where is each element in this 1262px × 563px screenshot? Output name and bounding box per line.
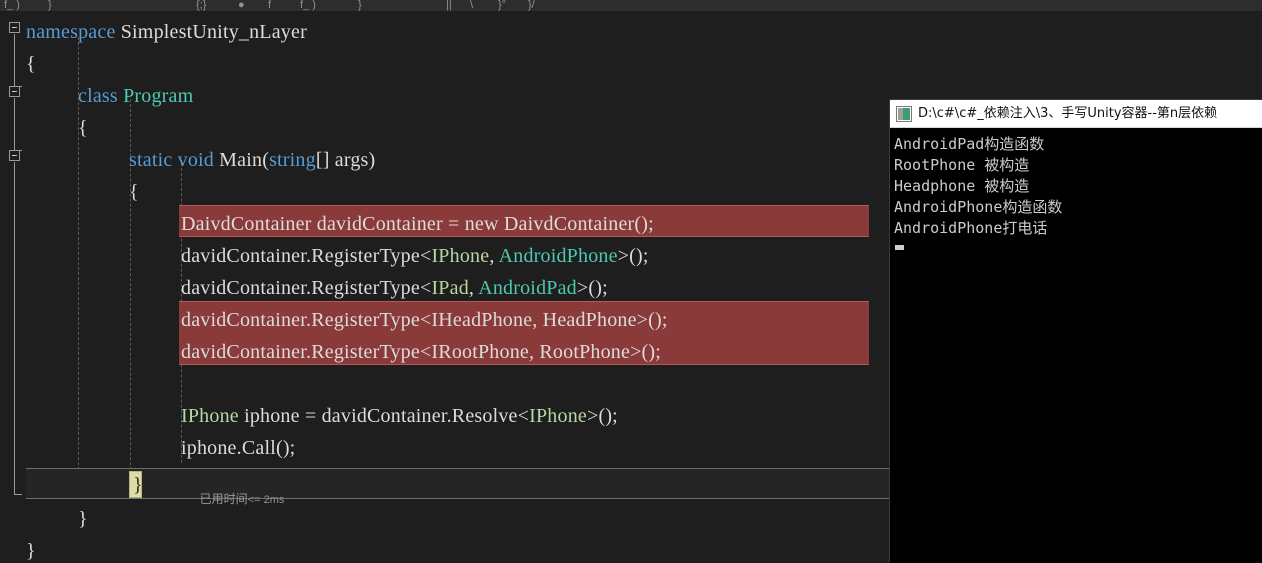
code-token-11-3: >(); — [586, 405, 618, 427]
code-token-8-4: >(); — [576, 277, 608, 299]
code-token-5-0: { — [129, 181, 139, 203]
elapsed-time-label: 已用时间<= 2ms — [173, 478, 285, 521]
fold-toggle-1[interactable] — [9, 86, 20, 97]
toolbar-item-9[interactable]: }° — [498, 0, 506, 11]
code-token-10-0: davidContainer.RegisterType<IRootPhone, … — [181, 341, 662, 363]
code-line-12[interactable]: iphone.Call(); — [181, 432, 295, 464]
code-token-2-2: Program — [123, 85, 194, 107]
console-title-text: D:\c#\c#_依赖注入\3、手写Unity容器--第n层依赖 — [918, 105, 1218, 121]
code-token-4-0: static — [129, 149, 173, 171]
code-token-4-2: void — [177, 149, 214, 171]
code-token-3-0: { — [78, 117, 88, 139]
code-line-4[interactable]: static void Main(string[] args) — [129, 144, 375, 176]
code-token-2-0: class — [78, 85, 118, 107]
code-token-8-1: IPad — [431, 277, 469, 299]
code-token-11-1: iphone = davidContainer.Resolve< — [238, 405, 530, 427]
elapsed-time-value: <= 2ms — [247, 494, 285, 506]
code-token-11-0: IPhone — [181, 405, 239, 427]
fold-region-line-1 — [14, 98, 15, 150]
toolbar-item-8[interactable]: \ — [470, 0, 473, 11]
toolbar-item-10[interactable]: }/ — [528, 0, 535, 11]
code-line-3[interactable]: { — [78, 112, 88, 144]
code-token-11-2: IPhone — [529, 405, 587, 427]
code-line-9[interactable]: davidContainer.RegisterType<IHeadPhone, … — [181, 304, 668, 336]
console-cursor — [895, 245, 904, 250]
code-token-4-5: [] args) — [315, 149, 376, 171]
fold-toggle-2[interactable] — [9, 150, 20, 161]
code-line-5[interactable]: { — [129, 176, 139, 208]
console-line-2: Headphone 被构造 — [894, 177, 1030, 195]
code-token-8-0: davidContainer.RegisterType< — [181, 277, 432, 299]
brace-match-highlight: } — [129, 471, 143, 498]
code-token-13-0: } — [78, 508, 88, 530]
code-token-9-0: davidContainer.RegisterType<IHeadPhone, … — [181, 309, 668, 331]
code-line-2[interactable]: class Program — [78, 80, 193, 112]
code-line-6[interactable]: DaivdContainer davidContainer = new Daiv… — [181, 208, 654, 240]
code-line-7[interactable]: davidContainer.RegisterType<IPhone, Andr… — [181, 240, 649, 272]
code-token-7-4: >(); — [617, 245, 649, 267]
code-token-14-0: } — [26, 540, 36, 562]
console-line-0: AndroidPad构造函数 — [894, 135, 1045, 153]
console-output[interactable]: AndroidPad构造函数 RootPhone 被构造 Headphone 被构造… — [890, 128, 1262, 563]
toolbar-item-2[interactable]: {;} — [196, 0, 206, 11]
code-token-8-3: AndroidPad — [478, 277, 577, 299]
fold-region-line-0 — [14, 34, 15, 86]
editor-outlining-gutter[interactable] — [0, 11, 26, 563]
console-title-bar[interactable]: D:\c#\c#_依赖注入\3、手写Unity容器--第n层依赖 — [890, 100, 1262, 128]
toolbar-item-5[interactable]: f_ ) — [300, 0, 316, 11]
code-line-13[interactable]: } — [78, 503, 88, 535]
code-token-4-3: Main( — [213, 149, 270, 171]
toolbar-item-6[interactable]: } — [358, 0, 362, 11]
code-token-12-0: iphone.Call(); — [181, 437, 296, 459]
closing-brace-glyph: } — [133, 474, 143, 496]
code-line-14[interactable]: } — [26, 535, 36, 563]
elapsed-time-text: 已用时间 — [199, 492, 248, 506]
toolbar-item-3[interactable]: ● — [238, 0, 245, 11]
fold-region-line-2 — [14, 162, 15, 494]
console-window[interactable]: D:\c#\c#_依赖注入\3、手写Unity容器--第n层依赖 Android… — [890, 100, 1262, 563]
toolbar-item-4[interactable]: f — [268, 0, 271, 11]
elapsed-time-bar[interactable]: } 已用时间<= 2ms — [26, 468, 891, 506]
code-token-1-0: { — [26, 53, 36, 75]
console-line-4: AndroidPhone打电话 — [894, 219, 1048, 237]
fold-region-end-0 — [14, 86, 22, 87]
console-line-1: RootPhone 被构造 — [894, 156, 1030, 174]
code-token-0-1: SimplestUnity_nLayer — [115, 21, 307, 43]
fold-region-end-2 — [14, 494, 22, 495]
code-token-4-4: string — [269, 149, 316, 171]
code-token-8-2: , — [468, 277, 479, 299]
code-line-8[interactable]: davidContainer.RegisterType<IPad, Androi… — [181, 272, 608, 304]
toolbar-item-7[interactable]: || — [446, 0, 452, 11]
code-token-7-1: IPhone — [431, 245, 490, 267]
code-line-1[interactable]: { — [26, 48, 36, 80]
console-line-3: AndroidPhone构造函数 — [894, 198, 1063, 216]
toolbar-item-1[interactable]: } — [48, 0, 52, 11]
code-token-6-0: DaivdContainer davidContainer = new Daiv… — [181, 213, 654, 235]
code-token-7-2: , — [489, 245, 499, 267]
code-token-0-0: namespace — [26, 21, 116, 43]
toolbar-item-0[interactable]: f_ ) — [4, 0, 20, 11]
vs-editor-window: f_ )} {;} ● f f_ )} || \ }° }/ namespace Simples… — [0, 0, 1262, 563]
fold-region-end-1 — [14, 150, 22, 151]
code-line-11[interactable]: IPhone iphone = davidContainer.Resolve<I… — [181, 400, 618, 432]
code-line-10[interactable]: davidContainer.RegisterType<IRootPhone, … — [181, 336, 661, 368]
fold-toggle-0[interactable] — [9, 22, 20, 33]
code-line-0[interactable]: namespace SimplestUnity_nLayer — [26, 16, 307, 48]
code-token-7-3: AndroidPhone — [498, 245, 618, 267]
console-window-icon — [896, 105, 912, 122]
code-token-7-0: davidContainer.RegisterType< — [181, 245, 432, 267]
